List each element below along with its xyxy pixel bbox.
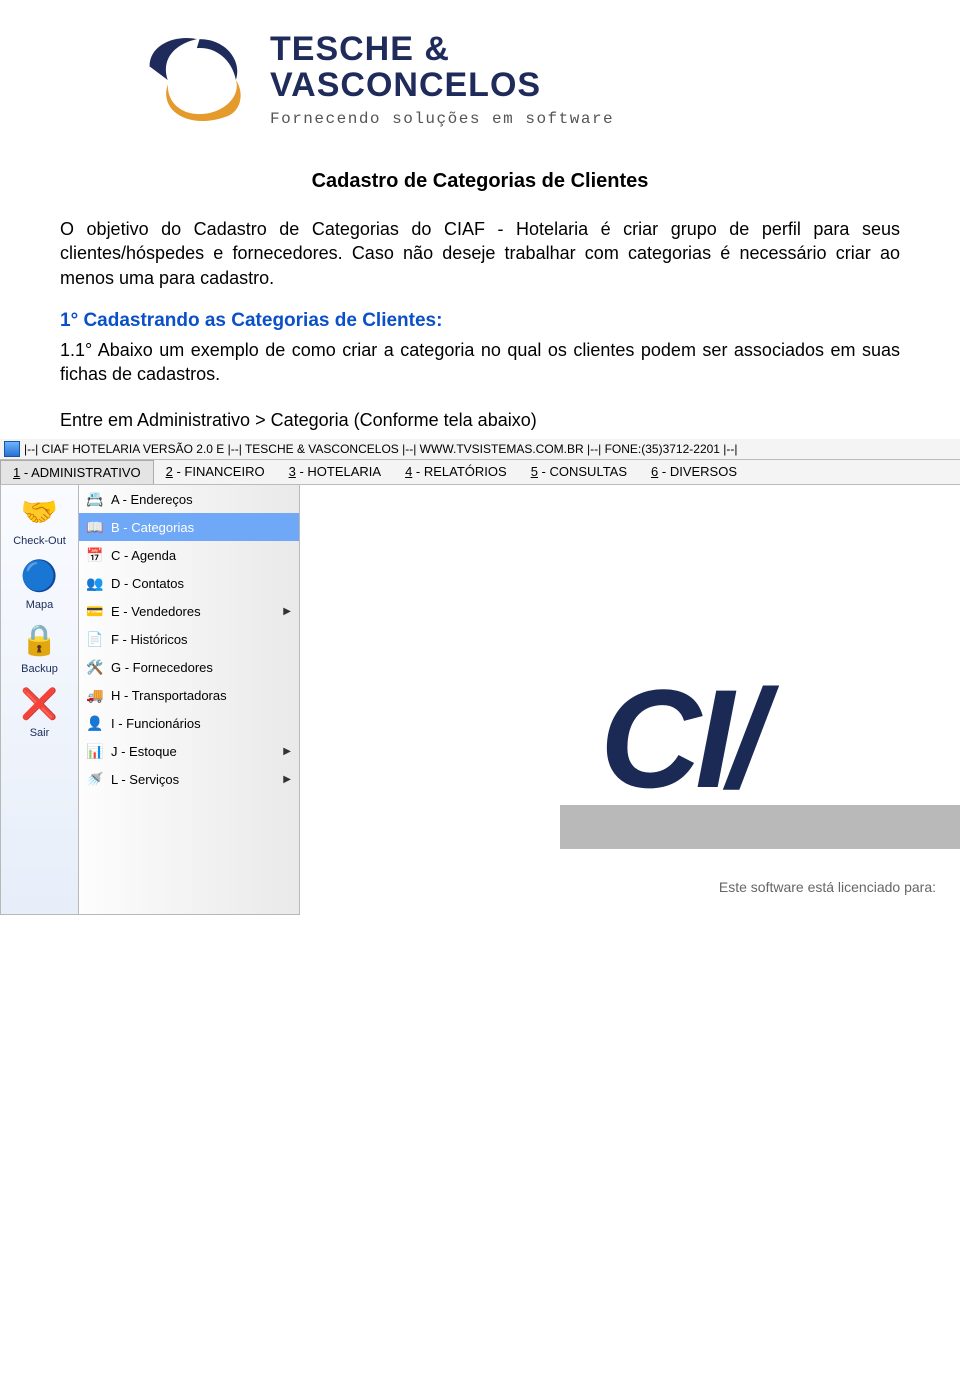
menu-consultas[interactable]: 5 - CONSULTAS bbox=[519, 460, 639, 484]
backup-icon: 🔒 bbox=[19, 619, 61, 661]
tool-label: Mapa bbox=[26, 599, 54, 611]
main-area: CI/ Este software está licenciado para: bbox=[300, 485, 960, 915]
tools-icon: 🛠️ bbox=[87, 659, 103, 675]
menu-item-label: E - Vendedores bbox=[111, 604, 201, 619]
brand-mark bbox=[140, 30, 250, 130]
app-screenshot: |--| CIAF HOTELARIA VERSÃO 2.0 E |--| TE… bbox=[0, 439, 960, 915]
menu-relatórios[interactable]: 4 - RELATÓRIOS bbox=[393, 460, 519, 484]
menu-item-i[interactable]: 👤 I - Funcionários bbox=[79, 709, 299, 737]
tool-label: Check-Out bbox=[13, 535, 66, 547]
cia-logo: CI/ bbox=[600, 683, 960, 795]
people-icon: 👥 bbox=[87, 575, 103, 591]
brand-tagline: Fornecendo soluções em software bbox=[270, 110, 614, 128]
menu-hotelaria[interactable]: 3 - HOTELARIA bbox=[277, 460, 393, 484]
menu-item-label: C - Agenda bbox=[111, 548, 176, 563]
section-body: 1.1° Abaixo um exemplo de como criar a c… bbox=[60, 338, 900, 387]
app-icon bbox=[4, 441, 20, 457]
menu-item-a[interactable]: 📇 A - Endereços bbox=[79, 485, 299, 513]
intro-paragraph: O objetivo do Cadastro de Categorias do … bbox=[60, 217, 900, 290]
stock-icon: 📊 bbox=[87, 743, 103, 759]
document-title: Cadastro de Categorias de Clientes bbox=[60, 170, 900, 193]
tool-label: Sair bbox=[30, 727, 50, 739]
menu-item-label: J - Estoque bbox=[111, 744, 177, 759]
menu-administrativo[interactable]: 1 - ADMINISTRATIVO bbox=[0, 460, 154, 484]
checkout-icon: 🤝 bbox=[19, 491, 61, 533]
menu-item-label: D - Contatos bbox=[111, 576, 184, 591]
address-icon: 📇 bbox=[87, 491, 103, 507]
menu-item-l[interactable]: 🚿 L - Serviços ▶ bbox=[79, 765, 299, 793]
tool-mapa[interactable]: 🔵 Mapa bbox=[1, 549, 78, 613]
tool-check-out[interactable]: 🤝 Check-Out bbox=[1, 485, 78, 549]
person-icon: 👤 bbox=[87, 715, 103, 731]
chevron-right-icon: ▶ bbox=[283, 746, 291, 757]
menu-item-e[interactable]: 💳 E - Vendedores ▶ bbox=[79, 597, 299, 625]
menu-item-label: L - Serviços bbox=[111, 772, 179, 787]
book-icon: 📖 bbox=[87, 519, 103, 535]
menu-item-h[interactable]: 🚚 H - Transportadoras bbox=[79, 681, 299, 709]
menu-item-c[interactable]: 📅 C - Agenda bbox=[79, 541, 299, 569]
window-title-text: |--| CIAF HOTELARIA VERSÃO 2.0 E |--| TE… bbox=[24, 442, 738, 456]
brand-line2: VASCONCELOS bbox=[270, 68, 614, 104]
section-heading: 1° Cadastrando as Categorias de Clientes… bbox=[60, 310, 900, 332]
tool-sair[interactable]: ❌ Sair bbox=[1, 677, 78, 741]
menu-item-label: H - Transportadoras bbox=[111, 688, 227, 703]
tool-label: Backup bbox=[21, 663, 58, 675]
gray-bar bbox=[560, 805, 960, 849]
chevron-right-icon: ▶ bbox=[283, 606, 291, 617]
menu-item-d[interactable]: 👥 D - Contatos bbox=[79, 569, 299, 597]
nav-hint: Entre em Administrativo > Categoria (Con… bbox=[60, 410, 900, 431]
truck-icon: 🚚 bbox=[87, 687, 103, 703]
menu-item-label: G - Fornecedores bbox=[111, 660, 213, 675]
document-icon: 📄 bbox=[87, 631, 103, 647]
window-title-bar: |--| CIAF HOTELARIA VERSÃO 2.0 E |--| TE… bbox=[0, 439, 960, 460]
exit-icon: ❌ bbox=[19, 683, 61, 725]
toolbar: 🤝 Check-Out 🔵 Mapa 🔒 Backup ❌ Sair bbox=[0, 485, 78, 915]
menu-item-label: F - Históricos bbox=[111, 632, 188, 647]
services-icon: 🚿 bbox=[87, 771, 103, 787]
menu-diversos[interactable]: 6 - DIVERSOS bbox=[639, 460, 749, 484]
calendar-icon: 📅 bbox=[87, 547, 103, 563]
menu-item-j[interactable]: 📊 J - Estoque ▶ bbox=[79, 737, 299, 765]
brand-header: TESCHE & VASCONCELOS Fornecendo soluções… bbox=[0, 0, 960, 140]
menu-financeiro[interactable]: 2 - FINANCEIRO bbox=[154, 460, 277, 484]
map-icon: 🔵 bbox=[19, 555, 61, 597]
license-text: Este software está licenciado para: bbox=[719, 879, 936, 895]
card-icon: 💳 bbox=[87, 603, 103, 619]
menu-item-label: I - Funcionários bbox=[111, 716, 201, 731]
menu-item-f[interactable]: 📄 F - Históricos bbox=[79, 625, 299, 653]
brand-line1: TESCHE & bbox=[270, 32, 614, 68]
menu-bar: 1 - ADMINISTRATIVO2 - FINANCEIRO3 - HOTE… bbox=[0, 460, 960, 485]
admin-dropdown: 📇 A - Endereços 📖 B - Categorias 📅 C - Agenda… bbox=[78, 485, 300, 915]
tool-backup[interactable]: 🔒 Backup bbox=[1, 613, 78, 677]
menu-item-label: B - Categorias bbox=[111, 520, 194, 535]
menu-item-label: A - Endereços bbox=[111, 492, 193, 507]
menu-item-b[interactable]: 📖 B - Categorias bbox=[79, 513, 299, 541]
menu-item-g[interactable]: 🛠️ G - Fornecedores bbox=[79, 653, 299, 681]
chevron-right-icon: ▶ bbox=[283, 774, 291, 785]
